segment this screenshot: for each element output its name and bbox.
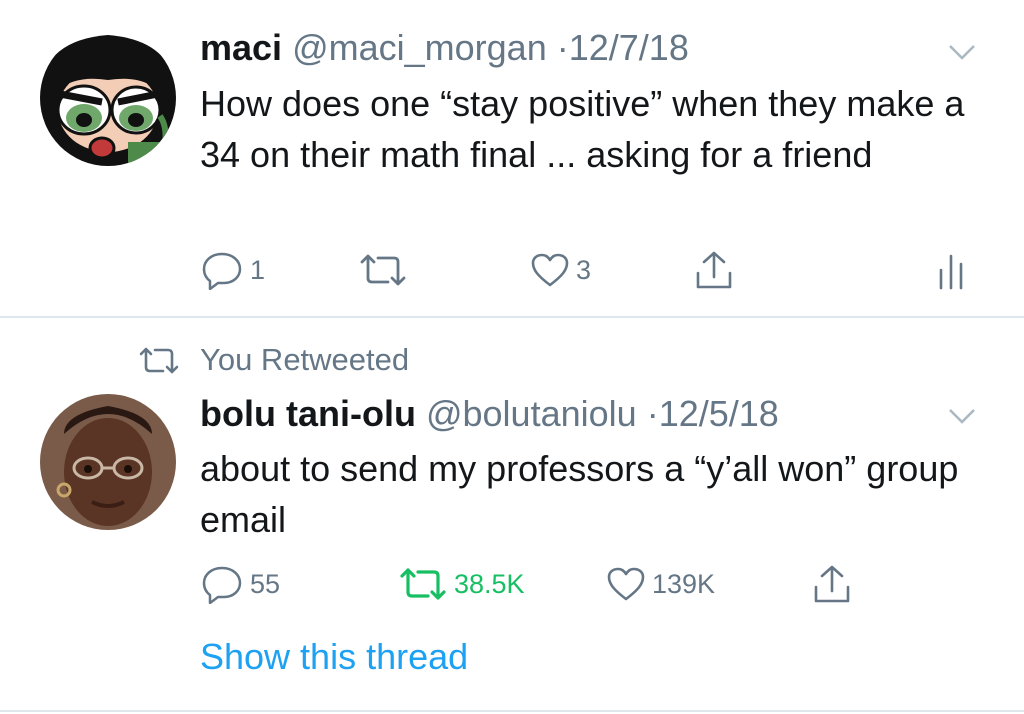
tweet-date[interactable]: 12/7/18	[569, 27, 689, 68]
chevron-down-icon[interactable]	[944, 40, 980, 64]
like-count: 3	[576, 254, 592, 285]
handle[interactable]: @maci_morgan	[292, 27, 547, 68]
like-button[interactable]: 139K	[606, 562, 715, 606]
analytics-icon	[939, 254, 963, 290]
avatar[interactable]	[40, 394, 176, 530]
reply-button[interactable]: 1	[200, 248, 265, 292]
heart-icon	[607, 567, 645, 601]
reply-icon	[202, 252, 242, 290]
handle[interactable]: @bolutaniolu	[426, 393, 637, 434]
chevron-down-icon[interactable]	[944, 404, 980, 428]
separator: ·	[646, 393, 659, 434]
tweet-maci[interactable]: maci @maci_morgan ·12/7/18 How does one …	[0, 0, 1024, 316]
retweet-icon	[400, 568, 446, 600]
reply-button[interactable]: 55	[200, 562, 280, 606]
reply-count: 55	[250, 568, 281, 599]
display-name[interactable]: bolu tani-olu	[200, 393, 416, 434]
retweet-count: 38.5K	[454, 568, 525, 599]
tweet-date[interactable]: 12/5/18	[659, 393, 779, 434]
divider	[0, 710, 1024, 712]
retweeted-label: You Retweeted	[200, 342, 410, 377]
reply-count: 1	[250, 254, 266, 285]
reply-icon	[202, 566, 242, 604]
tweet-header: bolu tani-olu @bolutaniolu ·12/5/18	[200, 392, 779, 436]
retweet-icon	[360, 254, 406, 286]
analytics-button[interactable]	[936, 248, 966, 292]
retweet-icon	[139, 347, 179, 374]
tweet-header: maci @maci_morgan ·12/7/18	[200, 26, 689, 70]
display-name[interactable]: maci	[200, 27, 282, 68]
like-button[interactable]: 3	[530, 248, 591, 292]
avatar[interactable]	[40, 30, 176, 166]
tweet-text: How does one “stay positive” when they m…	[200, 83, 965, 175]
tweet-text: about to send my professors a “y’all won…	[200, 448, 959, 540]
share-icon	[814, 565, 850, 603]
share-button[interactable]	[812, 562, 852, 606]
like-count: 139K	[652, 568, 716, 599]
heart-icon	[531, 253, 569, 287]
retweet-button[interactable]: 38.5K	[398, 562, 525, 606]
retweet-button[interactable]	[358, 248, 414, 292]
share-icon	[696, 251, 732, 289]
child-photo-avatar-icon	[40, 394, 176, 530]
cartoon-avatar-icon	[40, 30, 176, 166]
share-button[interactable]	[694, 248, 734, 292]
separator: ·	[556, 27, 569, 68]
show-thread-link[interactable]: Show this thread	[200, 634, 468, 680]
